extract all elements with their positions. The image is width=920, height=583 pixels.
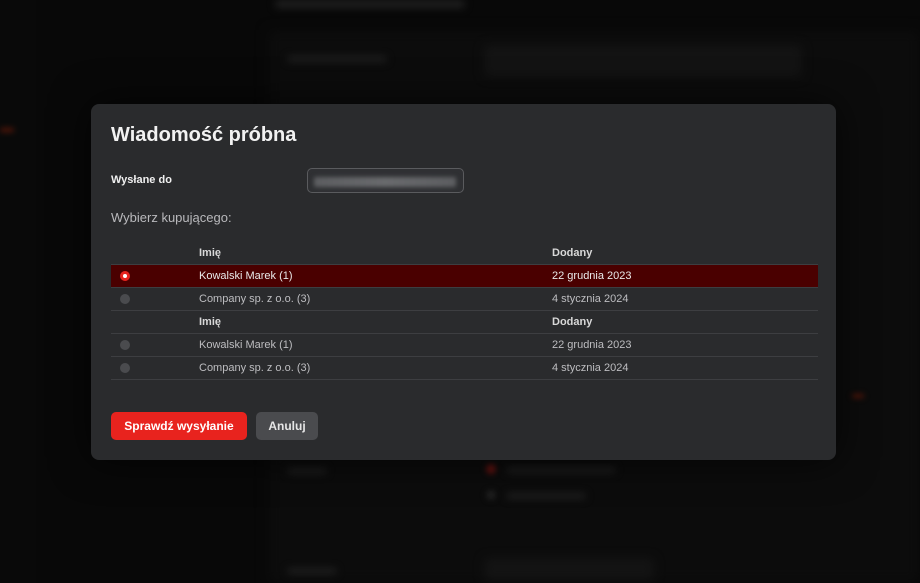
radio-button[interactable] <box>120 363 130 374</box>
buyer-added-date: 4 stycznia 2024 <box>552 356 818 380</box>
radio-cell <box>111 356 199 380</box>
sent-to-field[interactable] <box>307 168 464 193</box>
name-column-header: Imię <box>199 242 552 265</box>
test-message-dialog: Wiadomość próbna Wysłane do Wybierz kupu… <box>91 104 836 460</box>
radio-button-selected[interactable] <box>120 271 130 282</box>
check-sending-button[interactable]: Sprawdź wysyłanie <box>111 412 247 440</box>
added-column-header: Dodany <box>552 310 818 334</box>
radio-cell <box>111 264 199 288</box>
radio-button[interactable] <box>120 294 130 305</box>
radio-cell <box>111 333 199 357</box>
table-header-row: Imię Dodany <box>111 242 818 265</box>
name-column-header: Imię <box>199 310 552 334</box>
radio-column-header <box>111 310 199 334</box>
choose-buyer-label: Wybierz kupującego: <box>111 210 232 225</box>
table-row[interactable]: Company sp. z o.o. (3) 4 stycznia 2024 <box>111 356 818 380</box>
table-row[interactable]: Company sp. z o.o. (3) 4 stycznia 2024 <box>111 287 818 311</box>
buyer-added-date: 22 grudnia 2023 <box>552 333 818 357</box>
radio-button[interactable] <box>120 340 130 351</box>
buyer-name: Company sp. z o.o. (3) <box>199 356 552 380</box>
buyer-name: Kowalski Marek (1) <box>199 333 552 357</box>
table-row[interactable]: Kowalski Marek (1) 22 grudnia 2023 <box>111 264 818 288</box>
radio-cell <box>111 287 199 311</box>
buyer-name: Kowalski Marek (1) <box>199 264 552 288</box>
buyer-added-date: 4 stycznia 2024 <box>552 287 818 311</box>
cancel-button[interactable]: Anuluj <box>256 412 318 440</box>
buyer-added-date: 22 grudnia 2023 <box>552 264 818 288</box>
sent-to-value-redacted <box>314 177 456 187</box>
table-header-row: Imię Dodany <box>111 310 818 334</box>
added-column-header: Dodany <box>552 242 818 265</box>
dialog-title: Wiadomość próbna <box>111 124 297 146</box>
buyer-name: Company sp. z o.o. (3) <box>199 287 552 311</box>
radio-column-header <box>111 242 199 265</box>
sent-to-label: Wysłane do <box>111 174 172 186</box>
table-row[interactable]: Kowalski Marek (1) 22 grudnia 2023 <box>111 333 818 357</box>
buyer-table: Imię Dodany Kowalski Marek (1) 22 grudni… <box>111 242 818 380</box>
